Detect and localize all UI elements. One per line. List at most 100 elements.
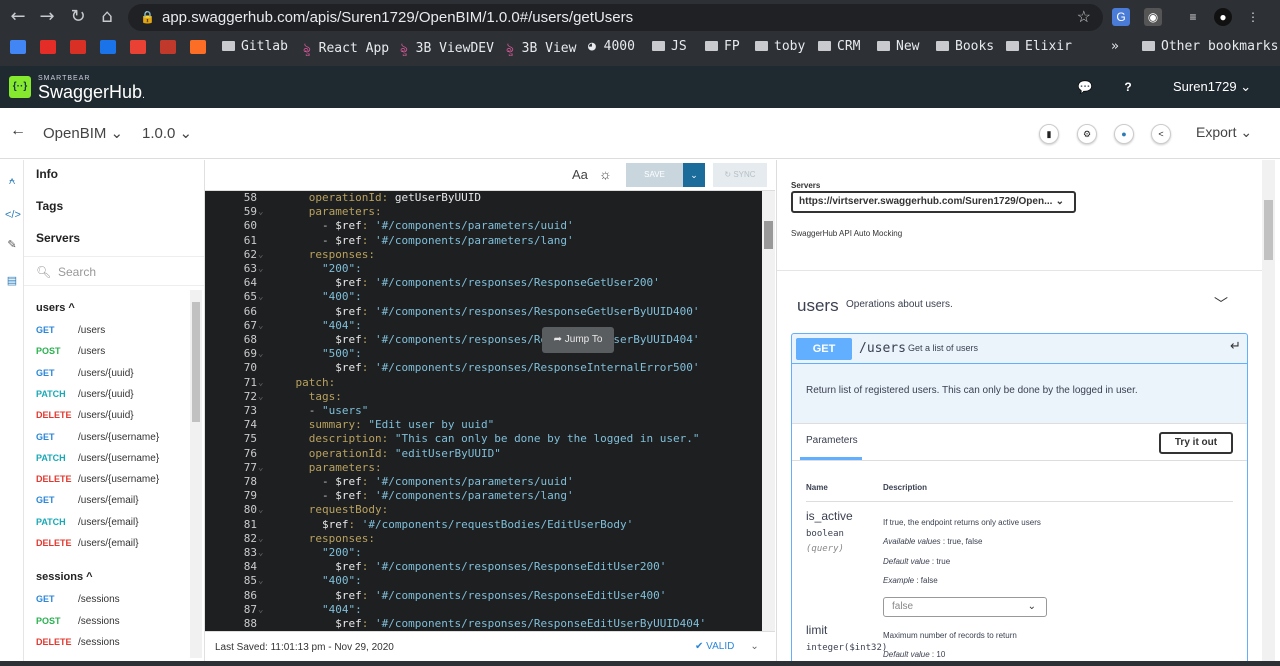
bookmark-react-app[interactable]: ৡ React App [303,39,389,60]
fold-marker-icon[interactable]: ⌄ [258,603,263,617]
tag-title[interactable]: users [797,296,839,316]
nav-endpoint-item[interactable]: GET/sessions [36,594,120,605]
bookmark-new[interactable]: New [877,39,919,54]
gitlab-icon[interactable] [190,40,206,54]
bookmark-app-icon[interactable] [10,40,26,54]
nav-endpoint-item[interactable]: GET/users/{email} [36,495,139,506]
font-size-button[interactable]: Aa [572,167,588,182]
fold-marker-icon[interactable]: ⌄ [258,248,263,262]
bookmark-app-icon[interactable] [130,40,146,54]
bookmark-star-icon[interactable]: ☆ [1077,4,1091,31]
home-icon[interactable]: ⌂ [97,7,117,27]
bookmark-gitlab[interactable]: Gitlab [222,39,288,54]
nav-endpoint-item[interactable]: DELETE/sessions [36,637,120,648]
save-button[interactable]: SAVE [626,163,683,187]
settings-icon[interactable]: ⚙ [1077,124,1097,144]
export-dropdown[interactable]: Export ⌄ [1196,124,1252,141]
bookmark-toby[interactable]: toby [755,39,805,54]
bookmark-4000[interactable]: ◕ 4000 [588,39,635,54]
extension-icon[interactable]: ◉ [1144,8,1162,26]
fold-marker-icon[interactable]: ⌄ [258,503,263,517]
nav-group-0[interactable]: users ^ [36,302,75,314]
yaml-editor[interactable]: 58 operationId: getUserByUUID 59 ⌄ paramet… [205,191,762,631]
fold-marker-icon[interactable]: ⌄ [258,376,263,390]
nav-endpoint-item[interactable]: POST/sessions [36,616,120,627]
back-icon[interactable]: ← [10,122,26,140]
bookmark-js[interactable]: JS [652,39,687,54]
nav-endpoint-item[interactable]: PATCH/users/{uuid} [36,389,134,400]
nav-endpoint-item[interactable]: PATCH/users/{email} [36,517,139,528]
profile-avatar[interactable]: ● [1214,8,1232,26]
document-icon[interactable]: ▮ [1039,124,1059,144]
mail-icon[interactable] [100,40,116,54]
collapse-chevron-icon[interactable]: ﹀ [1214,294,1228,314]
scroll-thumb[interactable] [1264,200,1273,260]
address-bar[interactable]: 🔒 app.swaggerhub.com/apis/Suren1729/Open… [128,4,1103,31]
operation-header[interactable]: GET /users Get a list of users ↵ [792,334,1247,364]
bookmark-3b-view[interactable]: ৡ 3B View [506,39,576,60]
user-menu[interactable]: Suren1729 ⌄ [1173,79,1251,95]
nav-info[interactable]: Info [36,167,58,181]
bookmark-elixir[interactable]: Elixir [1006,39,1072,54]
nav-endpoint-item[interactable]: GET/users/{uuid} [36,368,134,379]
bookmarks-overflow-button[interactable]: » [1111,39,1119,54]
return-arrow-icon[interactable]: ↵ [1230,338,1241,354]
youtube-icon[interactable] [40,40,56,54]
server-select[interactable]: https://virtserver.swaggerhub.com/Suren1… [791,191,1076,213]
editor-scrollbar[interactable] [762,191,775,631]
jump-to-tooltip[interactable]: ➦ Jump To [542,327,614,353]
code-icon[interactable]: </> [5,208,21,222]
nav-endpoint-item[interactable]: GET/users [36,325,105,336]
forward-arrow-icon[interactable]: → [37,7,57,27]
share-icon[interactable]: < [1151,124,1171,144]
nav-endpoint-item[interactable]: DELETE/users/{username} [36,474,159,485]
navigation-icon[interactable]: ⍲ [5,174,19,188]
tab-parameters[interactable]: Parameters [806,435,858,446]
fold-marker-icon[interactable]: ⌄ [258,262,263,276]
nav-scrollbar[interactable] [190,290,202,658]
nav-endpoint-item[interactable]: POST/users [36,346,105,357]
nav-endpoint-item[interactable]: PATCH/users/{username} [36,453,159,464]
back-arrow-icon[interactable]: ← [8,7,28,27]
bookmark-fp[interactable]: FP [705,39,740,54]
save-options-chevron-icon[interactable]: ⌄ [683,163,705,187]
notification-icon[interactable]: ● [1114,124,1134,144]
valid-indicator[interactable]: ✔ VALID ⌄ [695,641,759,652]
is-active-select[interactable]: false ⌄ [883,597,1047,617]
chat-icon[interactable]: 💬 [1077,79,1093,95]
nav-search-input[interactable]: 🔍︎ Search [24,256,204,286]
fold-marker-icon[interactable]: ⌄ [258,532,263,546]
bookmark-3b-viewdev[interactable]: ৡ 3B ViewDEV [400,39,494,60]
fold-marker-icon[interactable]: ⌄ [258,205,263,219]
nav-group-1[interactable]: sessions ^ [36,571,93,583]
bookmark-books[interactable]: Books [936,39,994,54]
fold-marker-icon[interactable]: ⌄ [258,319,263,333]
brand-name[interactable]: SwaggerHub. [38,82,145,103]
docs-icon[interactable]: ▤ [5,274,19,288]
nav-tags[interactable]: Tags [36,199,63,213]
nav-endpoint-item[interactable]: GET/users/{username} [36,432,159,443]
edit-icon[interactable]: ✎ [5,238,19,252]
media-control-icon[interactable]: ≡ [1184,8,1202,26]
other-bookmarks[interactable]: Other bookmarks [1142,39,1278,54]
scroll-thumb[interactable] [764,221,773,249]
fold-marker-icon[interactable]: ⌄ [258,347,263,361]
theme-sun-icon[interactable]: ☼ [599,166,612,182]
help-icon[interactable]: ? [1120,79,1136,95]
reload-icon[interactable]: ↻ [68,7,88,27]
sync-button[interactable]: ↻ SYNC [713,163,767,187]
fold-marker-icon[interactable]: ⌄ [258,290,263,304]
swaggerhub-logo-icon[interactable]: {··} [9,76,31,98]
api-name-dropdown[interactable]: OpenBIM ⌄ [43,124,123,142]
gmail-icon[interactable] [70,40,86,54]
fold-marker-icon[interactable]: ⌄ [258,461,263,475]
docs-scrollbar[interactable] [1262,160,1275,666]
translate-extension-icon[interactable]: G [1112,8,1130,26]
fold-marker-icon[interactable]: ⌄ [258,574,263,588]
fold-marker-icon[interactable]: ⌄ [258,390,263,404]
version-dropdown[interactable]: 1.0.0 ⌄ [142,124,192,142]
bookmark-app-icon[interactable] [160,40,176,54]
nav-endpoint-item[interactable]: DELETE/users/{email} [36,538,139,549]
browser-menu-icon[interactable]: ⋮ [1244,8,1262,26]
nav-endpoint-item[interactable]: DELETE/users/{uuid} [36,410,134,421]
